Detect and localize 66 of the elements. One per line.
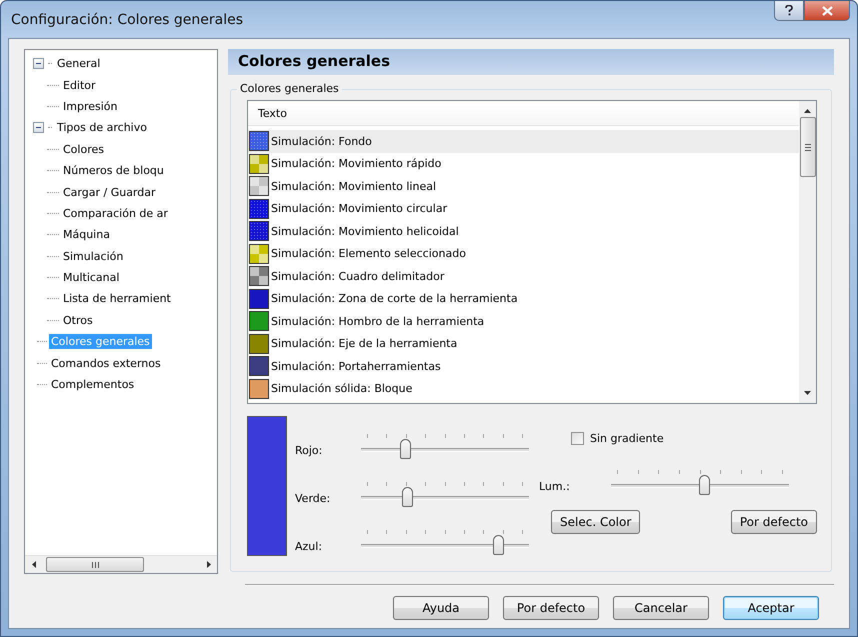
slider-label: Rojo: (295, 444, 324, 459)
tree-item[interactable]: Tipos de archivo (55, 120, 149, 136)
slider-label: Azul: (295, 540, 324, 555)
tree-item[interactable]: Comandos externos (49, 356, 163, 371)
dialog-button[interactable]: Cancelar (613, 596, 709, 620)
list-row[interactable]: Simulación: Cuadro delimitador (248, 265, 799, 288)
help-button[interactable] (774, 1, 804, 21)
dialog-button[interactable]: Aceptar (723, 596, 819, 620)
list-row[interactable]: Simulación: Hombro de la herramienta (248, 310, 799, 332)
window-title: Configuración: Colores generales (10, 12, 244, 28)
color-slider[interactable] (361, 535, 529, 555)
slider-thumb[interactable] (699, 475, 710, 495)
grip-icon (92, 562, 98, 568)
slider-thumb[interactable] (492, 535, 504, 555)
tree-item[interactable]: Impresión (61, 98, 120, 114)
panel-button[interactable]: Por defecto (730, 510, 817, 534)
list-row[interactable]: Simulación: Movimiento circular (248, 198, 799, 220)
close-button[interactable] (804, 1, 850, 21)
tree-item[interactable]: Lista de herramient (61, 291, 173, 306)
list-row[interactable]: Simulación: Elemento seleccionado (248, 242, 799, 265)
color-slider[interactable] (361, 439, 529, 459)
list-row[interactable]: Simulación: Movimiento helicoidal (248, 220, 799, 242)
grip-icon (804, 144, 810, 150)
left-arrow-icon[interactable] (32, 561, 36, 568)
tree-item[interactable]: Máquina (61, 227, 112, 242)
list-row[interactable]: Simulación: Portaherramientas (248, 355, 799, 378)
list-row[interactable]: Simulación: Eje de la herramienta (248, 332, 799, 355)
horizontal-scrollbar[interactable] (25, 555, 217, 573)
slider-label: Verde: (295, 492, 332, 507)
slider-thumb[interactable] (402, 487, 414, 507)
list-row[interactable]: Simulación: Fondo (248, 130, 799, 152)
tree-item[interactable]: Números de bloqu (61, 163, 166, 178)
up-arrow-icon[interactable] (804, 109, 811, 113)
tree-item[interactable]: Simulación (61, 248, 126, 264)
tree-item[interactable]: Complementos (49, 377, 136, 392)
tree-item[interactable]: Multicanal (61, 270, 122, 286)
dialog-button[interactable]: Por defecto (503, 596, 599, 620)
tree-item[interactable]: Colores (61, 142, 106, 157)
checkbox[interactable] (571, 432, 584, 444)
vertical-scrollbar[interactable] (799, 101, 816, 403)
color-slider[interactable] (361, 487, 529, 507)
luminance-slider[interactable] (611, 475, 789, 495)
list-row[interactable]: Simulación: Movimiento rápido (248, 152, 799, 175)
slider-label: Lum.: (539, 480, 571, 495)
right-arrow-icon[interactable] (206, 561, 210, 568)
slider-thumb[interactable] (400, 439, 412, 459)
close-icon (822, 6, 832, 16)
tree-item[interactable]: Editor (61, 78, 98, 93)
list-row[interactable]: Simulación: Zona de corte de la herramienta (248, 288, 799, 310)
checkbox-label: Sin gradiente (590, 432, 664, 444)
tree-item[interactable]: Cargar / Guardar (61, 184, 158, 200)
down-arrow-icon[interactable] (804, 391, 811, 395)
group-label: Colores generales (237, 82, 342, 95)
tree-item[interactable]: Comparación de ar (61, 206, 170, 221)
collapse-icon[interactable] (33, 58, 44, 70)
tree-item[interactable]: General (55, 56, 102, 72)
section-header: Colores generales (228, 49, 834, 75)
panel-button[interactable]: Selec. Color (551, 510, 640, 534)
list-row[interactable]: Simulación sólida: Bloque (248, 378, 799, 400)
scroll-thumb[interactable] (46, 557, 144, 572)
scroll-thumb[interactable] (800, 117, 816, 177)
list-row[interactable]: Simulación: Movimiento lineal (248, 175, 799, 198)
collapse-icon[interactable] (33, 122, 44, 134)
tree-item[interactable]: Otros (61, 312, 95, 328)
help-icon (785, 5, 793, 16)
dialog-button[interactable]: Ayuda (393, 596, 489, 620)
